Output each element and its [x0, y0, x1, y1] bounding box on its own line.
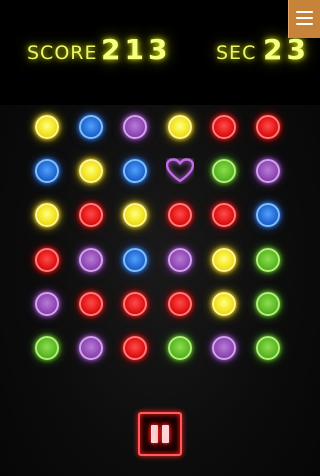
dot-tile-purple[interactable]: [69, 238, 113, 282]
yellow-dot: [79, 159, 104, 184]
red-dot: [211, 203, 236, 228]
blue-dot: [123, 159, 148, 184]
menu-button[interactable]: [288, 0, 320, 38]
purple-dot: [123, 115, 148, 139]
dot-tile-blue[interactable]: [25, 149, 69, 193]
game-screen: SCORE 213 SEC 23: [0, 0, 320, 476]
blue-dot: [79, 115, 104, 139]
red-dot: [167, 203, 192, 228]
dot-tile-red[interactable]: [113, 326, 157, 370]
yellow-dot: [35, 115, 59, 139]
red-dot: [79, 291, 104, 316]
score-value: 213: [101, 33, 172, 66]
dot-tile-yellow[interactable]: [202, 238, 246, 282]
blue-dot: [35, 159, 59, 184]
red-dot: [123, 336, 148, 360]
hud-bar: SCORE 213 SEC 23: [0, 0, 320, 105]
purple-dot: [79, 247, 104, 272]
purple-dot: [79, 336, 104, 360]
dot-tile-green[interactable]: [202, 149, 246, 193]
dot-tile-green[interactable]: [246, 238, 290, 282]
green-dot: [167, 336, 192, 360]
yellow-dot: [211, 247, 236, 272]
pause-icon: [151, 425, 158, 443]
hamburger-menu-icon: [296, 17, 313, 19]
dot-tile-red[interactable]: [25, 238, 69, 282]
dot-tile-red[interactable]: [158, 282, 202, 326]
green-dot: [211, 159, 236, 184]
dot-tile-blue[interactable]: [113, 238, 157, 282]
pause-icon: [162, 425, 169, 443]
dot-tile-green[interactable]: [158, 326, 202, 370]
dot-tile-purple[interactable]: [113, 105, 157, 149]
purple-dot: [167, 247, 192, 272]
yellow-dot: [35, 203, 59, 228]
dot-tile-red[interactable]: [202, 105, 246, 149]
blue-dot: [256, 203, 280, 228]
dot-tile-yellow[interactable]: [158, 105, 202, 149]
dot-tile-red[interactable]: [158, 193, 202, 237]
green-dot: [35, 336, 59, 360]
blue-dot: [123, 247, 148, 272]
red-dot: [79, 203, 104, 228]
dot-tile-purple[interactable]: [69, 326, 113, 370]
dot-tile-yellow[interactable]: [69, 149, 113, 193]
dot-tile-yellow[interactable]: [25, 193, 69, 237]
purple-dot: [35, 291, 59, 316]
hamburger-menu-icon: [296, 11, 313, 13]
dot-tile-green[interactable]: [246, 326, 290, 370]
purple-dot: [211, 336, 236, 360]
red-dot: [256, 115, 280, 139]
dot-tile-green[interactable]: [246, 282, 290, 326]
game-board: [25, 105, 295, 369]
red-dot: [167, 291, 192, 316]
dot-tile-blue[interactable]: [69, 105, 113, 149]
heart-tile[interactable]: [158, 149, 202, 193]
red-dot: [123, 291, 148, 316]
dot-tile-red[interactable]: [69, 193, 113, 237]
dot-tile-green[interactable]: [25, 326, 69, 370]
green-dot: [256, 336, 280, 360]
purple-dot: [256, 159, 280, 184]
score-label: SCORE: [27, 42, 98, 64]
dot-tile-red[interactable]: [69, 282, 113, 326]
dot-tile-red[interactable]: [113, 282, 157, 326]
red-dot: [211, 115, 236, 139]
dot-tile-blue[interactable]: [113, 149, 157, 193]
dot-tile-purple[interactable]: [25, 282, 69, 326]
dot-tile-purple[interactable]: [246, 149, 290, 193]
green-dot: [256, 291, 280, 316]
green-dot: [256, 247, 280, 272]
dot-tile-yellow[interactable]: [202, 282, 246, 326]
yellow-dot: [211, 291, 236, 316]
dot-tile-red[interactable]: [246, 105, 290, 149]
pause-button[interactable]: [138, 412, 182, 456]
heart-icon: [165, 158, 194, 184]
red-dot: [35, 247, 59, 272]
dot-tile-purple[interactable]: [202, 326, 246, 370]
dot-tile-red[interactable]: [202, 193, 246, 237]
dot-tile-purple[interactable]: [158, 238, 202, 282]
dot-tile-blue[interactable]: [246, 193, 290, 237]
seconds-label: SEC: [216, 42, 257, 64]
yellow-dot: [167, 115, 192, 139]
hamburger-menu-icon: [296, 23, 313, 25]
yellow-dot: [123, 203, 148, 228]
dot-tile-yellow[interactable]: [113, 193, 157, 237]
dot-tile-yellow[interactable]: [25, 105, 69, 149]
